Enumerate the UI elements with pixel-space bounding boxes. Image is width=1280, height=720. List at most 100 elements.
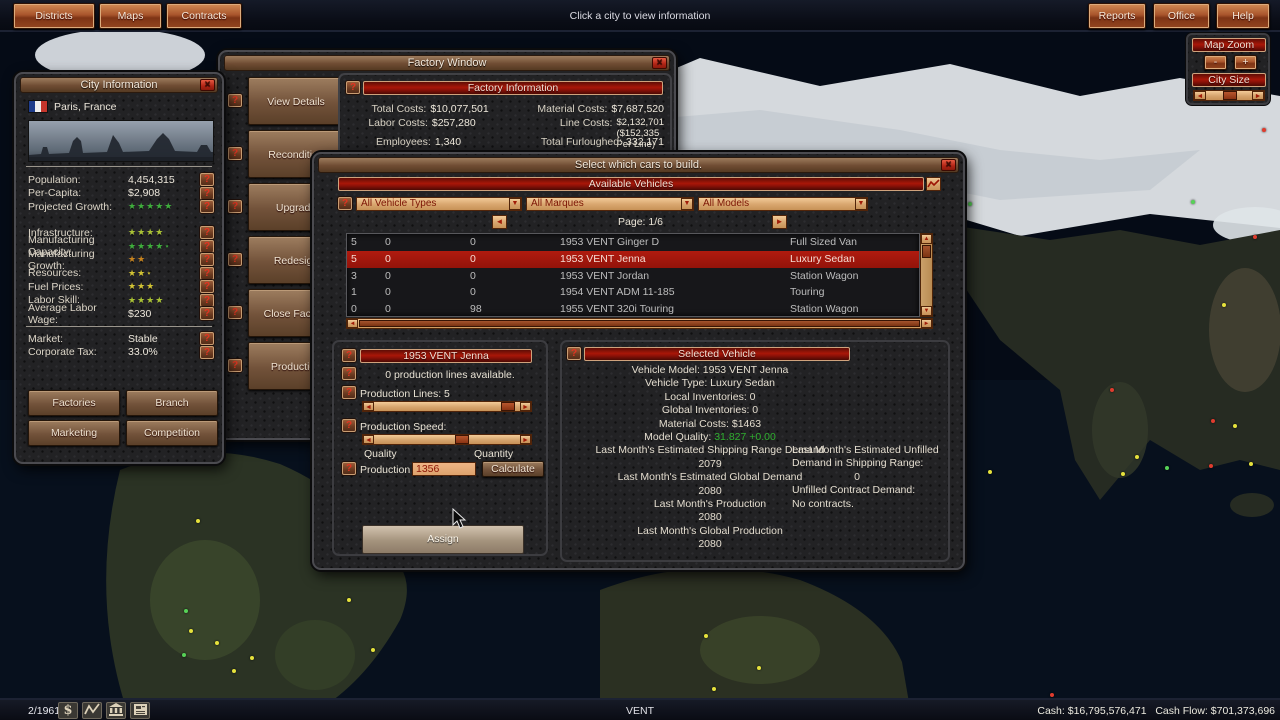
zoom-out-button[interactable]: - — [1204, 55, 1227, 70]
vertical-scrollbar[interactable]: ▲ ▼ — [920, 233, 933, 317]
competition-button[interactable]: Competition — [126, 420, 218, 446]
city-marker[interactable] — [757, 666, 761, 670]
city-marker[interactable] — [347, 598, 351, 602]
table-row[interactable]: 0 0 98 1955 VENT 320i Touring Station Wa… — [347, 301, 919, 318]
help-icon[interactable]: ? — [342, 419, 356, 432]
city-marker[interactable] — [1110, 388, 1114, 392]
help-icon[interactable]: ? — [228, 306, 242, 319]
city-marker[interactable] — [189, 629, 193, 633]
city-marker[interactable] — [1249, 462, 1253, 466]
production-input[interactable] — [412, 462, 476, 476]
help-icon[interactable]: ? — [228, 359, 242, 372]
assign-button[interactable]: Assign — [362, 525, 524, 554]
model-dropdown[interactable]: All Models ▼ — [698, 197, 868, 211]
city-marker[interactable] — [1191, 200, 1195, 204]
help-icon[interactable]: ? — [228, 200, 242, 213]
help-icon[interactable]: ? — [228, 94, 242, 107]
marketing-button[interactable]: Marketing — [28, 420, 120, 446]
help-icon[interactable]: ? — [342, 349, 356, 362]
help-icon[interactable]: ? — [342, 386, 356, 399]
chart-icon[interactable] — [926, 177, 941, 191]
chevron-down-icon[interactable]: ▼ — [855, 198, 867, 210]
city-marker[interactable] — [1135, 455, 1139, 459]
city-marker[interactable] — [184, 609, 188, 613]
chevron-down-icon[interactable]: ▼ — [681, 198, 693, 210]
help-icon[interactable]: ? — [200, 294, 214, 307]
table-row[interactable]: 5 0 0 1953 VENT Ginger D Full Sized Van — [347, 234, 919, 251]
scroll-up-icon[interactable]: ▲ — [921, 234, 932, 244]
help-icon[interactable]: ? — [200, 307, 214, 320]
help-icon[interactable]: ? — [200, 346, 214, 359]
help-icon[interactable]: ? — [200, 253, 214, 266]
slider-left-icon[interactable]: ◄ — [363, 402, 374, 411]
city-marker[interactable] — [232, 669, 236, 673]
slider-right-icon[interactable]: ► — [1252, 91, 1264, 100]
help-icon[interactable]: ? — [342, 367, 356, 380]
slider-left-icon[interactable]: ◄ — [363, 435, 374, 444]
help-icon[interactable]: ? — [567, 347, 581, 360]
scroll-left-icon[interactable]: ◄ — [347, 319, 358, 328]
city-marker[interactable] — [371, 648, 375, 652]
calculate-button[interactable]: Calculate — [482, 461, 544, 477]
city-marker[interactable] — [988, 470, 992, 474]
production-lines-slider[interactable]: ◄ ► — [362, 401, 532, 412]
help-icon[interactable]: ? — [342, 462, 356, 475]
city-marker[interactable] — [1233, 424, 1237, 428]
horizontal-scrollbar[interactable]: ◄ ► — [346, 318, 933, 329]
help-button[interactable]: Help — [1216, 3, 1270, 29]
office-button[interactable]: Office — [1153, 3, 1210, 29]
city-marker[interactable] — [1211, 419, 1215, 423]
page-next-icon[interactable]: ► — [772, 215, 787, 229]
city-size-slider-handle[interactable] — [1223, 91, 1237, 100]
city-marker[interactable] — [704, 634, 708, 638]
help-icon[interactable]: ? — [346, 81, 360, 94]
city-marker[interactable] — [196, 519, 200, 523]
table-row[interactable]: 3 0 0 1953 VENT Jordan Station Wagon — [347, 268, 919, 285]
factories-button[interactable]: Factories — [28, 390, 120, 416]
help-icon[interactable]: ? — [200, 332, 214, 345]
production-speed-handle[interactable] — [455, 435, 469, 444]
help-icon[interactable]: ? — [200, 267, 214, 280]
reports-button[interactable]: Reports — [1088, 3, 1146, 29]
city-marker[interactable] — [1121, 472, 1125, 476]
city-marker[interactable] — [1253, 235, 1257, 239]
view-details-button[interactable]: View Details — [248, 77, 344, 125]
help-icon[interactable]: ? — [200, 173, 214, 186]
close-icon[interactable]: × — [652, 57, 667, 69]
scroll-right-icon[interactable]: ► — [921, 319, 932, 328]
close-icon[interactable]: × — [200, 79, 215, 91]
scroll-handle[interactable] — [359, 320, 920, 327]
city-marker[interactable] — [1050, 693, 1054, 697]
city-marker[interactable] — [968, 202, 972, 206]
city-size-slider[interactable]: ◄ ► — [1193, 90, 1265, 101]
city-marker[interactable] — [250, 656, 254, 660]
city-marker[interactable] — [215, 641, 219, 645]
table-row[interactable]: 1 0 0 1954 VENT ADM 11-185 Touring — [347, 284, 919, 301]
table-row-selected[interactable]: 5 0 0 1953 VENT Jenna Luxury Sedan — [347, 251, 919, 268]
help-icon[interactable]: ? — [338, 197, 352, 210]
slider-right-icon[interactable]: ► — [520, 435, 531, 444]
chevron-down-icon[interactable]: ▼ — [509, 198, 521, 210]
city-marker[interactable] — [1165, 466, 1169, 470]
scroll-handle[interactable] — [922, 245, 931, 258]
city-marker[interactable] — [712, 687, 716, 691]
city-marker[interactable] — [1262, 128, 1266, 132]
help-icon[interactable]: ? — [228, 253, 242, 266]
slider-right-icon[interactable]: ► — [520, 402, 531, 411]
branch-button[interactable]: Branch — [126, 390, 218, 416]
marque-dropdown[interactable]: All Marques ▼ — [526, 197, 694, 211]
production-lines-handle[interactable] — [501, 402, 515, 411]
scroll-down-icon[interactable]: ▼ — [921, 306, 932, 316]
help-icon[interactable]: ? — [200, 187, 214, 200]
city-marker[interactable] — [1209, 464, 1213, 468]
city-marker[interactable] — [1222, 303, 1226, 307]
help-icon[interactable]: ? — [200, 240, 214, 253]
production-speed-slider[interactable]: ◄ ► — [362, 434, 532, 445]
help-icon[interactable]: ? — [228, 147, 242, 160]
help-icon[interactable]: ? — [200, 280, 214, 293]
close-icon[interactable]: × — [941, 159, 956, 171]
city-marker[interactable] — [182, 653, 186, 657]
slider-left-icon[interactable]: ◄ — [1194, 91, 1206, 100]
vehicle-type-dropdown[interactable]: All Vehicle Types ▼ — [356, 197, 522, 211]
help-icon[interactable]: ? — [200, 226, 214, 239]
